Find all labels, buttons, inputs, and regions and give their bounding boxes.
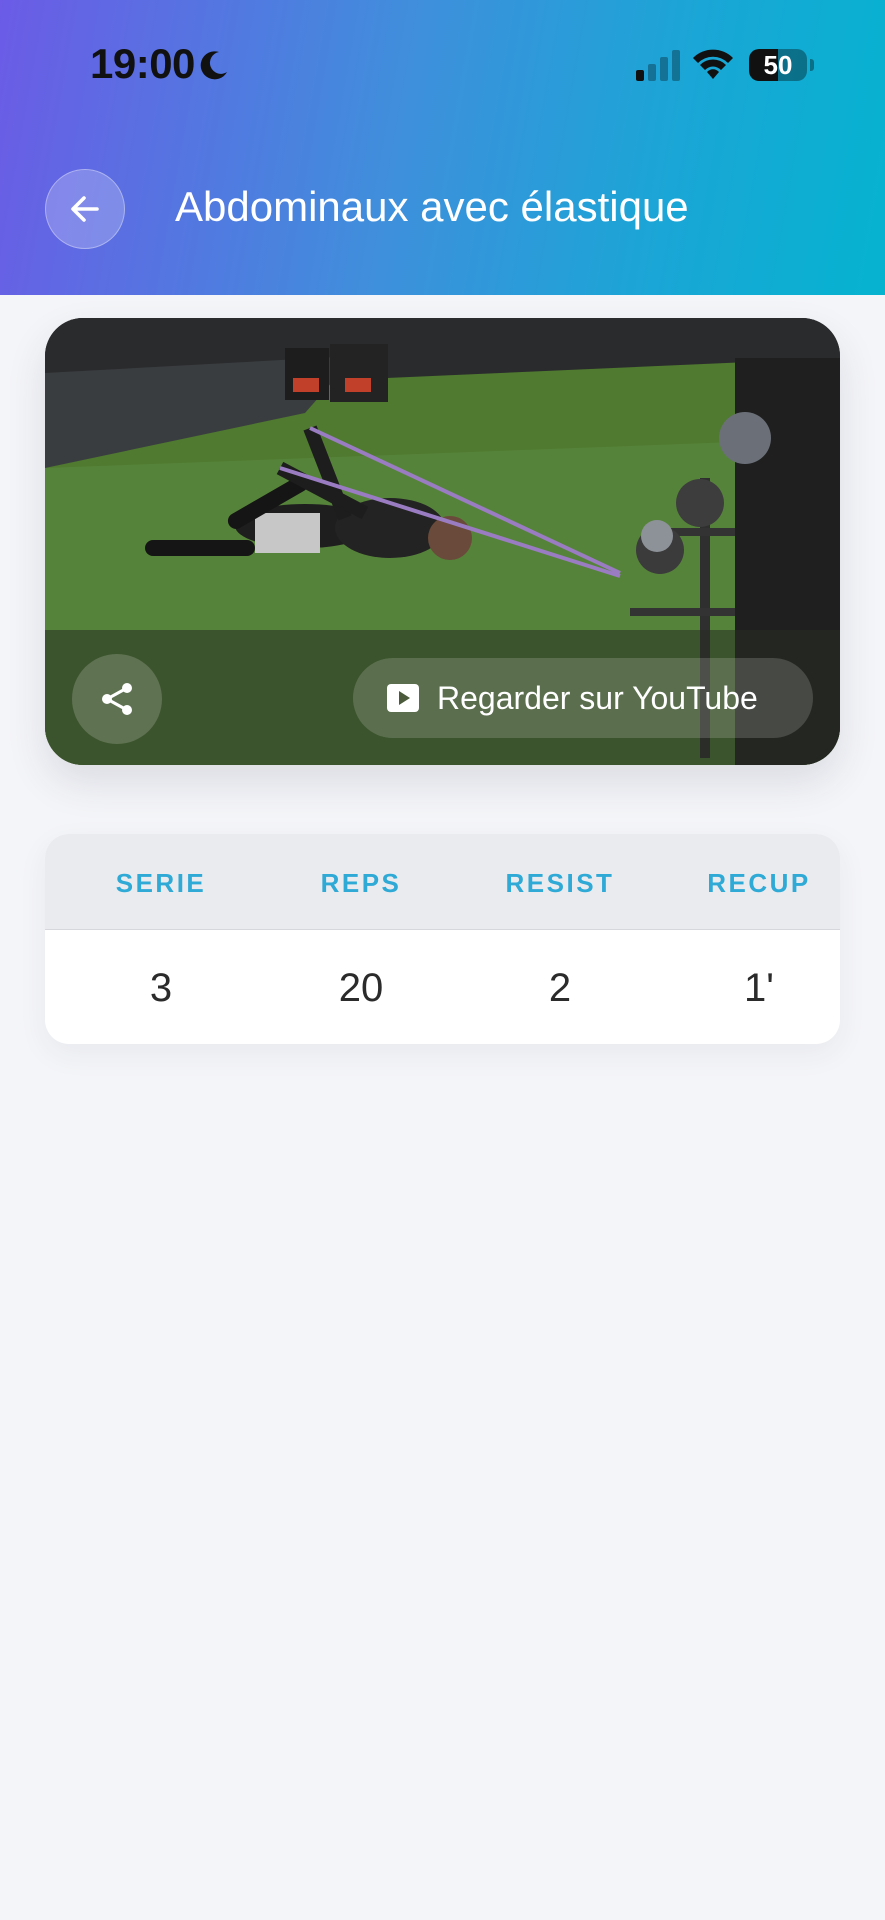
wifi-icon — [693, 49, 733, 79]
value-recup: 1' — [744, 966, 774, 1010]
header-reps: REPS — [320, 868, 402, 898]
value-serie: 3 — [149, 966, 173, 1010]
youtube-button-label: Regarder sur YouTube — [437, 679, 758, 716]
watch-on-youtube-button[interactable]: Regarder sur YouTube — [353, 658, 813, 738]
battery-percentage: 50 — [763, 50, 793, 80]
youtube-play-icon — [387, 684, 419, 712]
arrow-left-icon — [71, 196, 99, 222]
share-icon — [102, 683, 132, 715]
video-player[interactable]: Regarder sur YouTube — [45, 318, 840, 765]
battery-cap — [810, 59, 814, 71]
header-recup: RECUP — [707, 868, 811, 898]
status-bar: 19:00 50 — [0, 0, 885, 130]
page-title: Abdominaux avec élastique — [175, 183, 689, 230]
status-time: 19:00 — [90, 40, 195, 87]
table-row: 3 20 2 1' — [45, 930, 840, 1044]
share-button[interactable] — [72, 654, 162, 744]
exercise-stats-table: SERIE REPS RESIST RECUP 3 20 2 1' — [45, 834, 840, 1044]
stats-table-header: SERIE REPS RESIST RECUP — [45, 834, 840, 930]
battery-indicator: 50 — [749, 49, 807, 81]
app-header: 19:00 50 Abdominaux avec élastique — [0, 0, 885, 295]
back-button[interactable] — [45, 169, 125, 249]
header-resist: RESIST — [505, 868, 615, 898]
cellular-signal-icon — [636, 50, 680, 81]
header-serie: SERIE — [115, 868, 207, 898]
moon-icon — [200, 51, 227, 80]
value-resist: 2 — [548, 966, 572, 1010]
value-reps: 20 — [338, 966, 384, 1010]
